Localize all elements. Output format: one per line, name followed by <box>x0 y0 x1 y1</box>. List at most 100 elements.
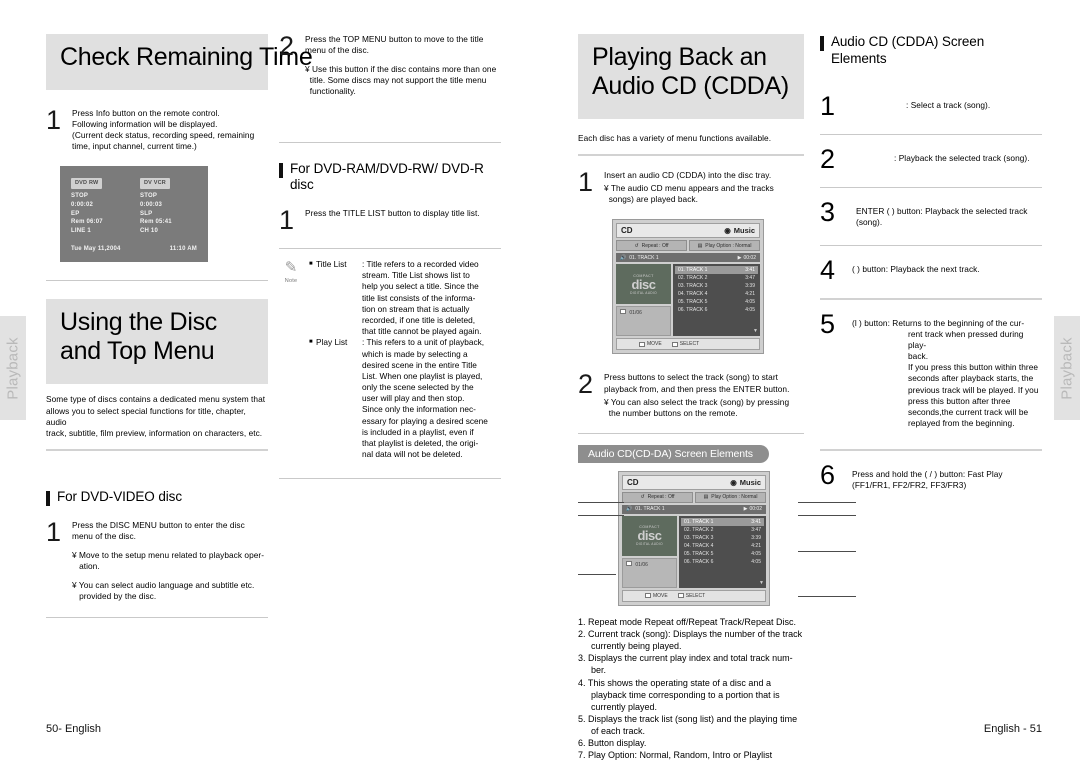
callout-leader-4 <box>798 514 856 516</box>
page-number-left: 50- English <box>46 723 102 735</box>
osd-vcr-speed: SLP <box>140 210 153 217</box>
element-line: (FF1/FR1, FF2/FR2, FF3/FR3) <box>852 480 967 491</box>
cd-button-hint-bar: MOVE SELECT <box>616 338 760 351</box>
track-time: 3:41 <box>745 267 755 274</box>
play-icon: ▶ <box>737 254 742 261</box>
cd-elapsed-time: 00:02 <box>743 254 756 261</box>
subheading-audio-cd-screen-elements: Audio CD (CDDA) Screen Elements <box>820 34 1042 68</box>
track-name: 06. TRACK 6 <box>678 307 708 314</box>
cd-now-playing-bar: 🔊 01. TRACK 1 ▶ 00:02 <box>622 504 766 514</box>
track-row[interactable]: 06. TRACK 6 4:05 <box>681 558 764 566</box>
osd-vcr-remaining: Rem 05:41 <box>140 219 172 226</box>
cd-repeat-option[interactable]: ↺ Repeat : Off <box>616 240 687 252</box>
screen-element-1: 1 : Select a track (song). <box>820 92 1042 119</box>
column-four: Audio CD (CDDA) Screen Elements 1 : Sele… <box>820 34 1042 491</box>
track-name: 04. TRACK 4 <box>678 291 708 298</box>
hint-move-label: MOVE <box>653 592 668 599</box>
cd-left-pane: COMPACT disc DIGITAL AUDIO 01/06 <box>616 264 671 337</box>
cd-play-option[interactable]: ▤ Play Option : Normal <box>695 491 766 503</box>
step-line: Press buttons to select the track (song)… <box>604 372 778 383</box>
element-line: seconds after playback starts, the <box>908 373 1034 384</box>
step-number: 1 <box>578 167 594 198</box>
play-icon: ▶ <box>743 506 748 513</box>
note-item-play-list: ■ Play List : This refers to a unit of p… <box>309 337 501 348</box>
screen-element-3: 3 ENTER ( ) button: Playback the selecte… <box>820 199 1042 228</box>
repeat-icon: ↺ <box>634 242 639 249</box>
step-line: menu of the disc. <box>305 45 370 56</box>
cd-button-hint-bar: MOVE SELECT <box>622 589 766 602</box>
step-line: Following information will be displayed. <box>72 119 218 130</box>
element-line: : Playback the selected track (song). <box>894 153 1030 164</box>
track-row[interactable]: 03. TRACK 3 3:39 <box>675 282 758 290</box>
screen-element-6: 6 Press and hold the ( / ) button: Fast … <box>820 461 1042 491</box>
list-item: 1. Repeat mode Repeat off/Repeat Track/R… <box>578 616 796 627</box>
cd-disc-artwork: COMPACT disc DIGITAL AUDIO <box>622 515 677 556</box>
bullet-bar-icon <box>46 490 50 506</box>
cd-repeat-option[interactable]: ↺ Repeat : Off <box>622 491 693 503</box>
cd-track-list[interactable]: 01. TRACK 1 3:41 02. TRACK 2 3:47 03. TR… <box>673 264 760 337</box>
track-row[interactable]: 01. TRACK 1 3:41 <box>675 266 758 275</box>
column-three: Playing Back an Audio CD (CDDA) Each dis… <box>578 34 856 762</box>
track-time: 3:47 <box>745 275 755 282</box>
step-number: 1 <box>279 205 295 236</box>
subheading-label: For DVD-RAM/DVD-RW/ DVD-R disc <box>290 160 484 193</box>
element-number: 4 <box>820 254 836 285</box>
step-line: menu of the disc. <box>72 530 137 541</box>
track-name: 06. TRACK 6 <box>684 558 714 565</box>
step-line: Press the TOP MENU button to move to the… <box>305 34 484 44</box>
cd-disc-type-label: CD <box>627 477 639 487</box>
element-number: 5 <box>820 308 836 339</box>
osd-time: 11:10 AM <box>169 246 197 253</box>
cd-track-list[interactable]: 01. TRACK 1 3:41 02. TRACK 2 3:47 03. TR… <box>679 515 766 588</box>
cd-index-pane: 01/06 <box>622 557 677 588</box>
cd-play-option-label: Play Option : Normal <box>705 242 752 249</box>
note-item-label: Play List <box>316 337 348 348</box>
track-row[interactable]: 05. TRACK 5 4:05 <box>681 550 764 558</box>
cd-disc-artwork: COMPACT disc DIGITAL AUDIO <box>616 264 671 305</box>
step-title-list-1: 1 Press the TITLE LIST button to display… <box>279 205 501 236</box>
track-row[interactable]: 02. TRACK 2 3:47 <box>681 526 764 534</box>
cd-left-pane: COMPACT disc DIGITAL AUDIO 01/06 <box>622 515 677 588</box>
cd-play-option[interactable]: ▤ Play Option : Normal <box>689 240 760 252</box>
dpad-icon <box>639 341 645 347</box>
page-title-check-remaining-time: Check Remaining Time <box>46 34 313 90</box>
track-row[interactable]: 04. TRACK 4 4:21 <box>675 290 758 298</box>
side-tab-label-right: Playback <box>1058 336 1076 400</box>
element-line: (l ) button: Returns to the beginning of… <box>852 317 1025 328</box>
track-row[interactable]: 05. TRACK 5 4:05 <box>675 298 758 306</box>
hint-select-label: SELECT <box>685 592 706 599</box>
track-row[interactable]: 04. TRACK 4 4:21 <box>681 542 764 550</box>
track-time: 4:05 <box>751 558 761 565</box>
osd-vcr-status: STOP <box>140 193 158 200</box>
track-row[interactable]: 06. TRACK 6 4:05 <box>675 306 758 314</box>
cd-mode-group: ◉ Music <box>730 478 761 487</box>
track-time: 4:21 <box>751 542 761 549</box>
callout-leader-2 <box>578 514 624 516</box>
screen-element-5: 5 (l ) button: Returns to the beginning … <box>820 308 1042 429</box>
step-dvd-video-1: 1 Press the DISC MENU button to enter th… <box>46 519 268 603</box>
chevron-down-icon[interactable]: ▼ <box>753 328 758 334</box>
osd-dvd-input: LINE 1 <box>71 228 91 235</box>
square-bullet-icon: ■ <box>309 339 313 346</box>
cd-menu-screenshot-1: CD ◉ Music ↺ Repeat : Off ▤ Play Option … <box>612 219 764 355</box>
column-two: 2 Press the TOP MENU button to move to t… <box>279 33 501 480</box>
note-block: ✎ Note ■ Title List : Title refers to a … <box>279 259 501 460</box>
chevron-down-icon[interactable]: ▼ <box>759 580 764 586</box>
osd-dvd-counter: 0:00:02 <box>71 202 94 209</box>
callout-leader-6 <box>798 595 856 597</box>
step-bullet: ¥ Use this button if the disc contains m… <box>305 64 497 97</box>
callout-leader-5 <box>798 550 856 552</box>
track-row[interactable]: 02. TRACK 2 3:47 <box>675 274 758 282</box>
osd-dvd-speed: EP <box>71 210 80 217</box>
dpad-icon <box>645 593 651 599</box>
list-item: 4. This shows the operating state of a d… <box>578 677 780 712</box>
section-ribbon-audio-cd-screen-elements: Audio CD(CD-DA) Screen Elements <box>578 444 769 463</box>
cd-main-area: COMPACT disc DIGITAL AUDIO 01/06 01. TRA… <box>622 515 766 588</box>
hint-move-label: MOVE <box>647 341 662 348</box>
screen-element-2: 2 : Playback the selected track (song). <box>820 145 1042 172</box>
track-row[interactable]: 03. TRACK 3 3:39 <box>681 534 764 542</box>
track-row[interactable]: 01. TRACK 1 3:41 <box>681 517 764 526</box>
enter-icon <box>671 341 678 347</box>
index-icon <box>620 309 626 315</box>
subheading-for-dvd-ram-rw-r-disc: For DVD-RAM/DVD-RW/ DVD-R disc <box>279 161 501 195</box>
